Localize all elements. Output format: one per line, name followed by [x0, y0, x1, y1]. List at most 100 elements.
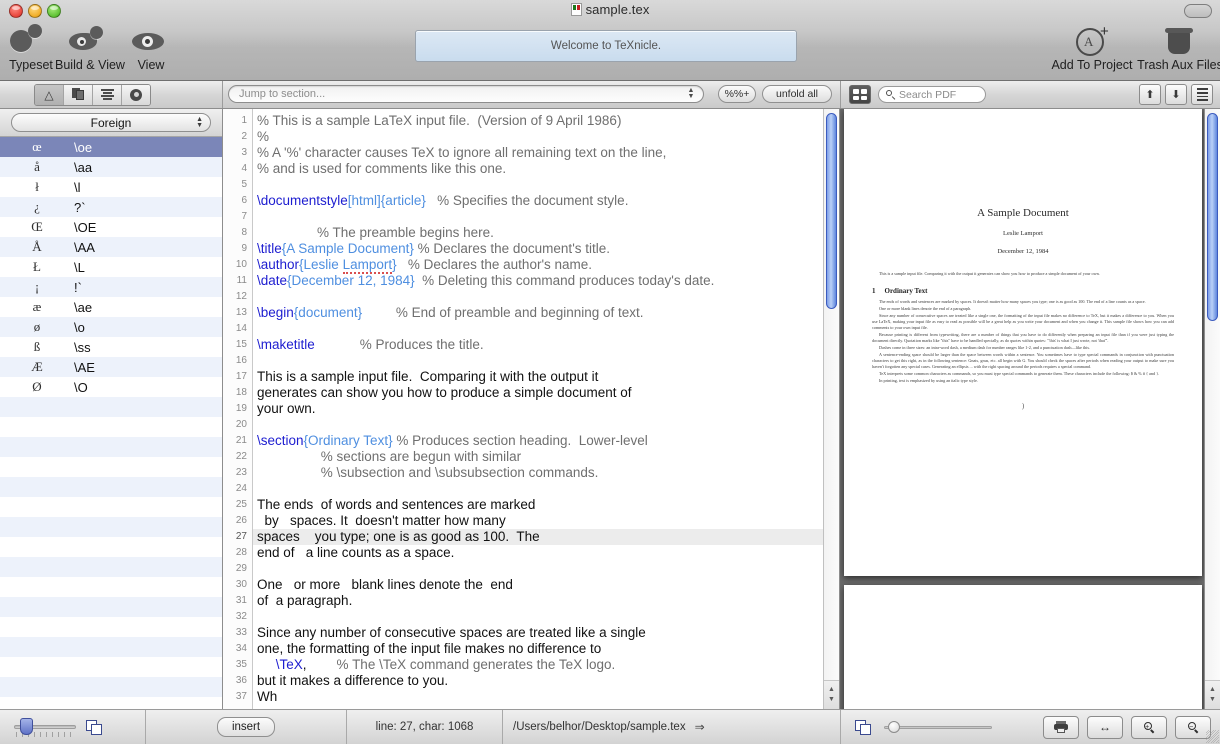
palette-rows[interactable]: œ \oe å \aa ł \l ¿ ?` Œ \OE Å \AA Ł \L ¡ !` æ \ae ø \o ß \ss Æ… — [0, 137, 222, 709]
code-line[interactable]: Wh — [253, 689, 839, 705]
code-line[interactable]: by spaces. It doesn't matter how many — [253, 513, 839, 529]
pdf-scrollbar[interactable]: ▲ ▼ — [1204, 109, 1220, 709]
code-line[interactable] — [253, 177, 839, 193]
palette-category-select[interactable]: Foreign ▲ ▼ — [11, 113, 211, 132]
print-icon[interactable] — [1043, 715, 1079, 739]
code-line[interactable]: generates can show you how to produce a … — [253, 385, 839, 401]
code-line[interactable]: your own. — [253, 401, 839, 417]
code-line[interactable]: \maketitle % Produces the title. — [253, 337, 839, 353]
code-token: spaces you type; one is as good as 100. … — [257, 529, 540, 544]
code-token: {December 12, 1984} — [287, 273, 415, 288]
gear-icon[interactable] — [122, 84, 150, 105]
jump-to-section-input[interactable]: Jump to section... ▲ ▼ — [228, 85, 704, 103]
code-line[interactable]: end of a line counts as a space. — [253, 545, 839, 561]
code-line[interactable]: \title{A Sample Document} % Declares the… — [253, 241, 839, 257]
palette-row[interactable]: Œ \OE — [0, 217, 222, 237]
code-line[interactable]: % — [253, 129, 839, 145]
reveal-file-arrow-icon[interactable]: ⇒ — [695, 720, 705, 734]
pdf-zoom-knob[interactable] — [888, 721, 900, 733]
line-number: 30 — [235, 579, 247, 590]
pdf-document-author: Leslie Lamport — [1003, 230, 1043, 237]
palette-row[interactable]: ł \l — [0, 177, 222, 197]
pdf-toolbar: Search PDF ⬆ ⬇ — [840, 81, 1220, 108]
code-line[interactable]: % A '%' character causes TeX to ignore a… — [253, 145, 839, 161]
code-line[interactable] — [253, 481, 839, 497]
pdf-scrollbar-thumb[interactable] — [1207, 113, 1218, 321]
toggle-editor-panel-icon[interactable] — [86, 719, 103, 735]
code-line[interactable]: % The preamble begins here. — [253, 225, 839, 241]
pdf-document-title: A Sample Document — [977, 207, 1069, 219]
code-line[interactable]: \TeX, % The \TeX command generates the T… — [253, 657, 839, 673]
toolbar-toggle-button[interactable] — [1184, 4, 1212, 18]
palette-row[interactable]: Ø \O — [0, 377, 222, 397]
code-line[interactable]: % sections are begun with similar — [253, 449, 839, 465]
palette-row[interactable]: ß \ss — [0, 337, 222, 357]
code-line[interactable]: % This is a sample LaTeX input file. (Ve… — [253, 113, 839, 129]
line-number: 5 — [241, 179, 247, 190]
hamburger-icon[interactable] — [1191, 84, 1213, 105]
align-icon[interactable] — [93, 84, 122, 105]
code-text-area[interactable]: % This is a sample LaTeX input file. (Ve… — [253, 109, 839, 709]
code-line[interactable] — [253, 289, 839, 305]
editor-scrollbar[interactable]: ▲ ▼ — [823, 109, 839, 709]
jump-stepper-icon[interactable]: ▲ ▼ — [684, 87, 698, 100]
palette-row[interactable]: ø \o — [0, 317, 222, 337]
palette-row[interactable]: æ \ae — [0, 297, 222, 317]
code-line[interactable]: one, the formatting of the input file ma… — [253, 641, 839, 657]
insert-comment-button[interactable]: %%+ — [718, 85, 756, 103]
code-line[interactable]: % and is used for comments like this one… — [253, 161, 839, 177]
code-line[interactable] — [253, 561, 839, 577]
palette-row[interactable]: Ł \L — [0, 257, 222, 277]
font-size-slider[interactable] — [14, 716, 76, 738]
pdf-zoom-slider[interactable] — [884, 720, 992, 734]
code-line[interactable]: One or more blank lines denote the end — [253, 577, 839, 593]
code-line[interactable]: \begin{document} % End of preamble and b… — [253, 305, 839, 321]
code-line[interactable] — [253, 609, 839, 625]
unfold-all-button[interactable]: unfold all — [762, 85, 832, 103]
code-line[interactable]: spaces you type; one is as good as 100. … — [253, 529, 839, 545]
code-line[interactable] — [253, 209, 839, 225]
code-line[interactable]: \section{Ordinary Text} % Produces secti… — [253, 433, 839, 449]
font-size-slider-knob[interactable] — [20, 718, 33, 735]
grid-icon[interactable] — [849, 85, 871, 104]
delta-icon[interactable]: △ — [35, 84, 64, 105]
code-line[interactable] — [253, 417, 839, 433]
code-line[interactable]: but it makes a difference to you. — [253, 673, 839, 689]
copy-icon[interactable] — [64, 84, 93, 105]
palette-row-empty — [0, 477, 222, 497]
editor-scrollbar-thumb[interactable] — [826, 113, 837, 309]
arrow-down-icon[interactable]: ⬇ — [1165, 84, 1187, 105]
code-line[interactable]: This is a sample input file. Comparing i… — [253, 369, 839, 385]
window-title: sample.tex — [0, 2, 1220, 17]
code-line[interactable]: \author{Leslie Lamport} % Declares the a… — [253, 257, 839, 274]
resize-grip[interactable] — [1206, 730, 1219, 743]
palette-command: \O — [74, 379, 88, 395]
palette-row[interactable]: å \aa — [0, 157, 222, 177]
toolbar-trash-aux-files[interactable]: Trash Aux Files — [1130, 22, 1220, 72]
pdf-scroll-arrows[interactable]: ▲ ▼ — [1205, 680, 1220, 709]
palette-row[interactable]: ¡ !` — [0, 277, 222, 297]
fit-width-icon[interactable]: ↔ — [1087, 715, 1123, 739]
arrow-up-icon[interactable]: ⬆ — [1139, 84, 1161, 105]
editor-scroll-arrows[interactable]: ▲ ▼ — [824, 680, 839, 709]
palette-row[interactable]: œ \oe — [0, 137, 222, 157]
pdf-preview-pane[interactable]: A Sample Document Leslie Lamport Decembe… — [840, 109, 1220, 709]
code-line[interactable]: \documentstyle[html]{article} % Specifie… — [253, 193, 839, 209]
code-line[interactable]: of a paragraph. — [253, 593, 839, 609]
toolbar-view[interactable]: View — [108, 22, 194, 72]
zoom-in-icon[interactable]: + — [1131, 715, 1167, 739]
code-line[interactable]: % \subsection and \subsubsection command… — [253, 465, 839, 481]
palette-row[interactable]: ¿ ?` — [0, 197, 222, 217]
code-line[interactable]: \date{December 12, 1984} % Deleting this… — [253, 273, 839, 289]
source-editor[interactable]: 1 2 3 4 5 6 7 8 9 10 11 12 13 14 15 16 17 18 19 20 21 22 23 24 2… — [223, 109, 840, 709]
palette-row[interactable]: Å \AA — [0, 237, 222, 257]
toggle-pdf-panel-icon[interactable] — [855, 719, 872, 735]
code-line[interactable] — [253, 353, 839, 369]
code-line[interactable] — [253, 321, 839, 337]
toolbar-add-to-project[interactable]: A + Add To Project — [1042, 22, 1142, 72]
search-pdf-input[interactable]: Search PDF — [878, 86, 986, 103]
code-line[interactable]: Since any number of consecutive spaces a… — [253, 625, 839, 641]
code-line[interactable]: The ends of words and sentences are mark… — [253, 497, 839, 513]
palette-row[interactable]: Æ \AE — [0, 357, 222, 377]
insert-mode-button[interactable]: insert — [216, 717, 276, 737]
